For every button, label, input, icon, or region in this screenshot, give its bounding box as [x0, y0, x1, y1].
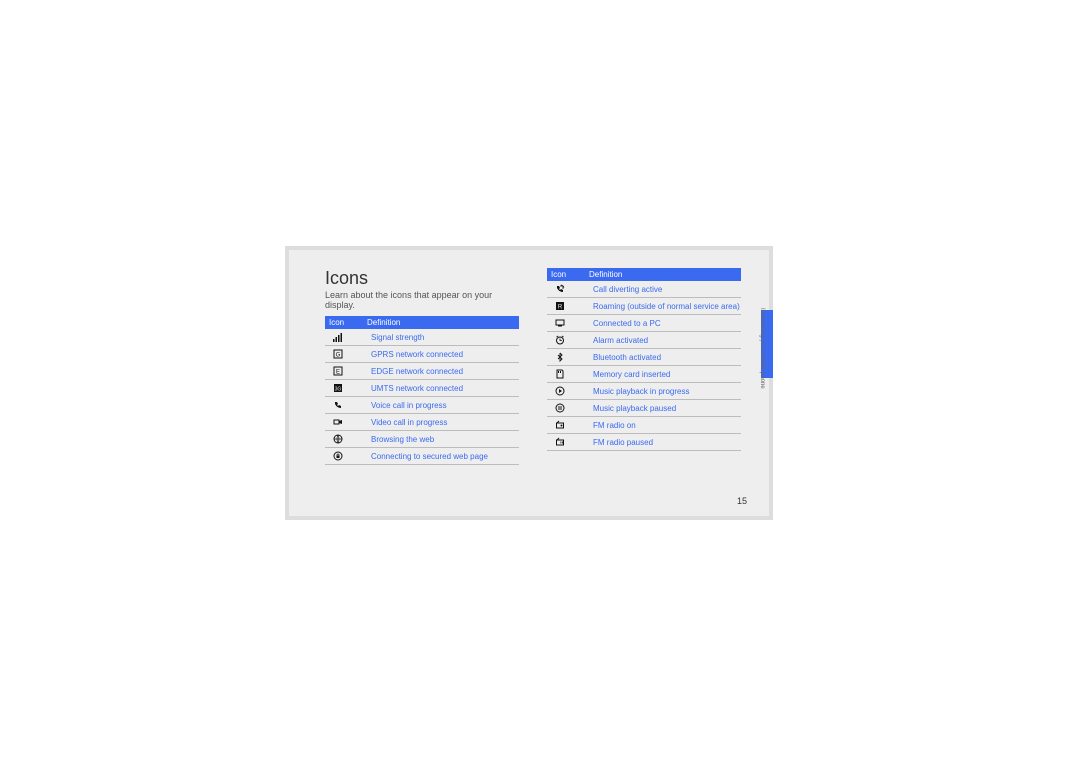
- table-row: 3G UMTS network connected: [325, 380, 519, 397]
- col-header-definition: Definition: [367, 318, 519, 327]
- alarm-icon: [547, 335, 593, 345]
- col-header-icon: Icon: [547, 270, 589, 279]
- bt-icon: [547, 352, 593, 362]
- table-row: G GPRS network connected: [325, 346, 519, 363]
- definition-text: GPRS network connected: [371, 350, 519, 359]
- content-columns: Icons Learn about the icons that appear …: [325, 268, 741, 465]
- definition-text: Call diverting active: [593, 285, 741, 294]
- signal-icon: [325, 332, 371, 342]
- table-header-right: Icon Definition: [547, 268, 741, 281]
- video-icon: [325, 417, 371, 427]
- table-row: Alarm activated: [547, 332, 741, 349]
- col-header-icon: Icon: [325, 318, 367, 327]
- gprs-icon: G: [325, 349, 371, 359]
- web-icon: [325, 434, 371, 444]
- intro-text: Learn about the icons that appear on you…: [325, 290, 519, 310]
- table-row: Connecting to secured web page: [325, 448, 519, 465]
- definition-text: FM radio on: [593, 421, 741, 430]
- left-column: Icons Learn about the icons that appear …: [325, 268, 519, 465]
- definition-text: Video call in progress: [371, 418, 519, 427]
- side-section-label: Introducing your mobile phone: [757, 308, 767, 428]
- definition-text: Browsing the web: [371, 435, 519, 444]
- definition-text: Music playback in progress: [593, 387, 741, 396]
- manual-page: Introducing your mobile phone Icons Lear…: [285, 246, 773, 520]
- definition-text: Music playback paused: [593, 404, 741, 413]
- right-column: Icon Definition Call diverting active R Ro…: [547, 268, 741, 465]
- table-row: Browsing the web: [325, 431, 519, 448]
- pause-icon: [547, 403, 593, 413]
- table-row: R Roaming (outside of normal service area…: [547, 298, 741, 315]
- svg-text:R: R: [558, 305, 563, 311]
- definition-text: Connected to a PC: [593, 319, 741, 328]
- definition-text: Connecting to secured web page: [371, 452, 519, 461]
- card-icon: [547, 369, 593, 379]
- definition-text: Alarm activated: [593, 336, 741, 345]
- definition-text: UMTS network connected: [371, 384, 519, 393]
- definition-text: Bluetooth activated: [593, 353, 741, 362]
- table-row: Voice call in progress: [325, 397, 519, 414]
- definition-text: Roaming (outside of normal service area): [593, 302, 741, 311]
- secure-icon: [325, 451, 371, 461]
- pc-icon: [547, 318, 593, 328]
- voice-icon: [325, 400, 371, 410]
- page-number: 15: [737, 496, 747, 506]
- svg-text:G: G: [336, 353, 341, 359]
- table-row: E EDGE network connected: [325, 363, 519, 380]
- play-icon: [547, 386, 593, 396]
- divert-icon: [547, 284, 593, 294]
- definition-text: Memory card inserted: [593, 370, 741, 379]
- table-row: Bluetooth activated: [547, 349, 741, 366]
- edge-icon: E: [325, 366, 371, 376]
- col-header-definition: Definition: [589, 270, 741, 279]
- table-row: Music playback in progress: [547, 383, 741, 400]
- definition-text: FM radio paused: [593, 438, 741, 447]
- page-heading: Icons: [325, 268, 519, 289]
- table-row: FM radio on: [547, 417, 741, 434]
- definition-text: Voice call in progress: [371, 401, 519, 410]
- umts-icon: 3G: [325, 383, 371, 393]
- table-row: Connected to a PC: [547, 315, 741, 332]
- roam-icon: R: [547, 301, 593, 311]
- svg-text:3G: 3G: [335, 387, 342, 393]
- table-row: Music playback paused: [547, 400, 741, 417]
- svg-text:E: E: [336, 370, 340, 376]
- table-row: Video call in progress: [325, 414, 519, 431]
- fmpause-icon: [547, 437, 593, 447]
- table-row: Memory card inserted: [547, 366, 741, 383]
- table-row: Signal strength: [325, 329, 519, 346]
- definition-text: EDGE network connected: [371, 367, 519, 376]
- fmon-icon: [547, 420, 593, 430]
- table-row: FM radio paused: [547, 434, 741, 451]
- table-header-left: Icon Definition: [325, 316, 519, 329]
- table-row: Call diverting active: [547, 281, 741, 298]
- definition-text: Signal strength: [371, 333, 519, 342]
